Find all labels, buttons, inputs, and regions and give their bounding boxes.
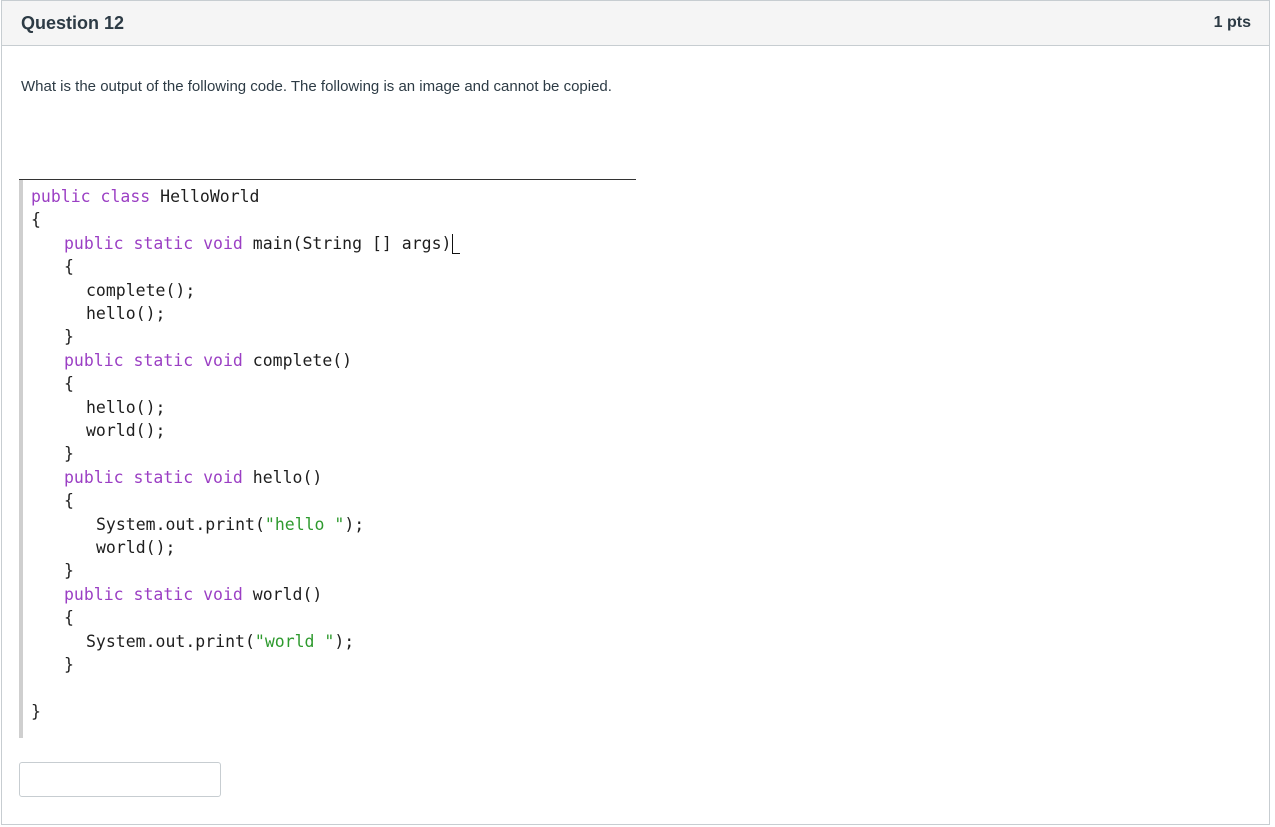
- code-text: world(): [242, 584, 323, 604]
- code-line: }: [64, 559, 74, 582]
- text-cursor-icon: [452, 233, 461, 254]
- code-line: System.out.print("hello ");: [96, 513, 364, 536]
- code-line: {: [64, 372, 74, 395]
- code-text: System.out.print(: [86, 631, 255, 651]
- code-string: "world ": [254, 631, 335, 651]
- code-line: {: [31, 208, 41, 231]
- question-header: Question 12 1 pts: [2, 1, 1269, 46]
- code-line: {: [64, 255, 74, 278]
- code-text: }: [64, 561, 74, 581]
- code-line: public static void hello(): [64, 466, 322, 489]
- code-text: }: [64, 655, 74, 674]
- code-line: }: [64, 325, 74, 348]
- code-text: {: [64, 491, 74, 511]
- code-keyword: void: [203, 233, 243, 253]
- code-keyword: void: [203, 467, 243, 487]
- code-keyword: public: [64, 350, 124, 370]
- code-line: public static void world(): [64, 583, 322, 606]
- code-keyword: void: [203, 584, 243, 604]
- code-text: );: [344, 514, 365, 534]
- code-line: public static void main(String [] args): [64, 232, 461, 255]
- question-points: 1 pts: [1213, 14, 1251, 31]
- code-line: }: [64, 653, 74, 676]
- code-text: HelloWorld: [150, 187, 260, 206]
- code-text: main(String [] args): [242, 233, 452, 253]
- code-line: public class HelloWorld: [31, 185, 260, 208]
- code-text: hello();: [86, 304, 166, 323]
- code-keyword: static: [133, 233, 194, 253]
- code-keyword: public: [64, 233, 124, 253]
- code-text: hello(): [242, 467, 323, 487]
- code-text: world();: [86, 421, 166, 440]
- code-text: complete(): [242, 350, 353, 370]
- question-prompt: What is the output of the following code…: [21, 78, 612, 95]
- code-keyword: static: [133, 350, 194, 370]
- code-keyword: static: [133, 584, 194, 604]
- code-line: }: [31, 700, 41, 723]
- code-text: );: [334, 631, 355, 651]
- code-keyword: class: [100, 187, 151, 206]
- code-keyword: public: [31, 187, 91, 206]
- code-image: public class HelloWorld{public static vo…: [19, 180, 636, 738]
- code-line: hello();: [86, 302, 165, 325]
- code-line: }: [64, 442, 74, 465]
- code-text: {: [31, 210, 41, 230]
- code-text: {: [64, 374, 74, 394]
- code-line: {: [64, 489, 74, 512]
- code-text: System.out.print(: [96, 514, 265, 534]
- code-line: public static void complete(): [64, 349, 352, 372]
- answer-input[interactable]: [19, 762, 221, 797]
- code-line: System.out.print("world ");: [86, 630, 354, 653]
- code-line: complete();: [86, 279, 195, 302]
- code-line: world();: [96, 536, 175, 559]
- code-keyword: static: [133, 467, 194, 487]
- code-text: world();: [96, 538, 176, 557]
- code-text: hello();: [86, 397, 166, 417]
- code-text: }: [31, 701, 41, 721]
- question-title: Question 12: [21, 13, 125, 33]
- code-text: complete();: [86, 280, 196, 300]
- code-text: }: [64, 327, 74, 347]
- code-text: }: [64, 444, 74, 464]
- code-line: {: [64, 606, 74, 629]
- code-line: hello();: [86, 396, 165, 419]
- code-keyword: void: [203, 350, 243, 370]
- code-text: {: [64, 257, 74, 277]
- code-line: world();: [86, 419, 165, 442]
- code-keyword: public: [64, 467, 124, 487]
- code-string: "hello ": [264, 514, 345, 534]
- code-text: {: [64, 608, 74, 628]
- code-keyword: public: [64, 584, 124, 604]
